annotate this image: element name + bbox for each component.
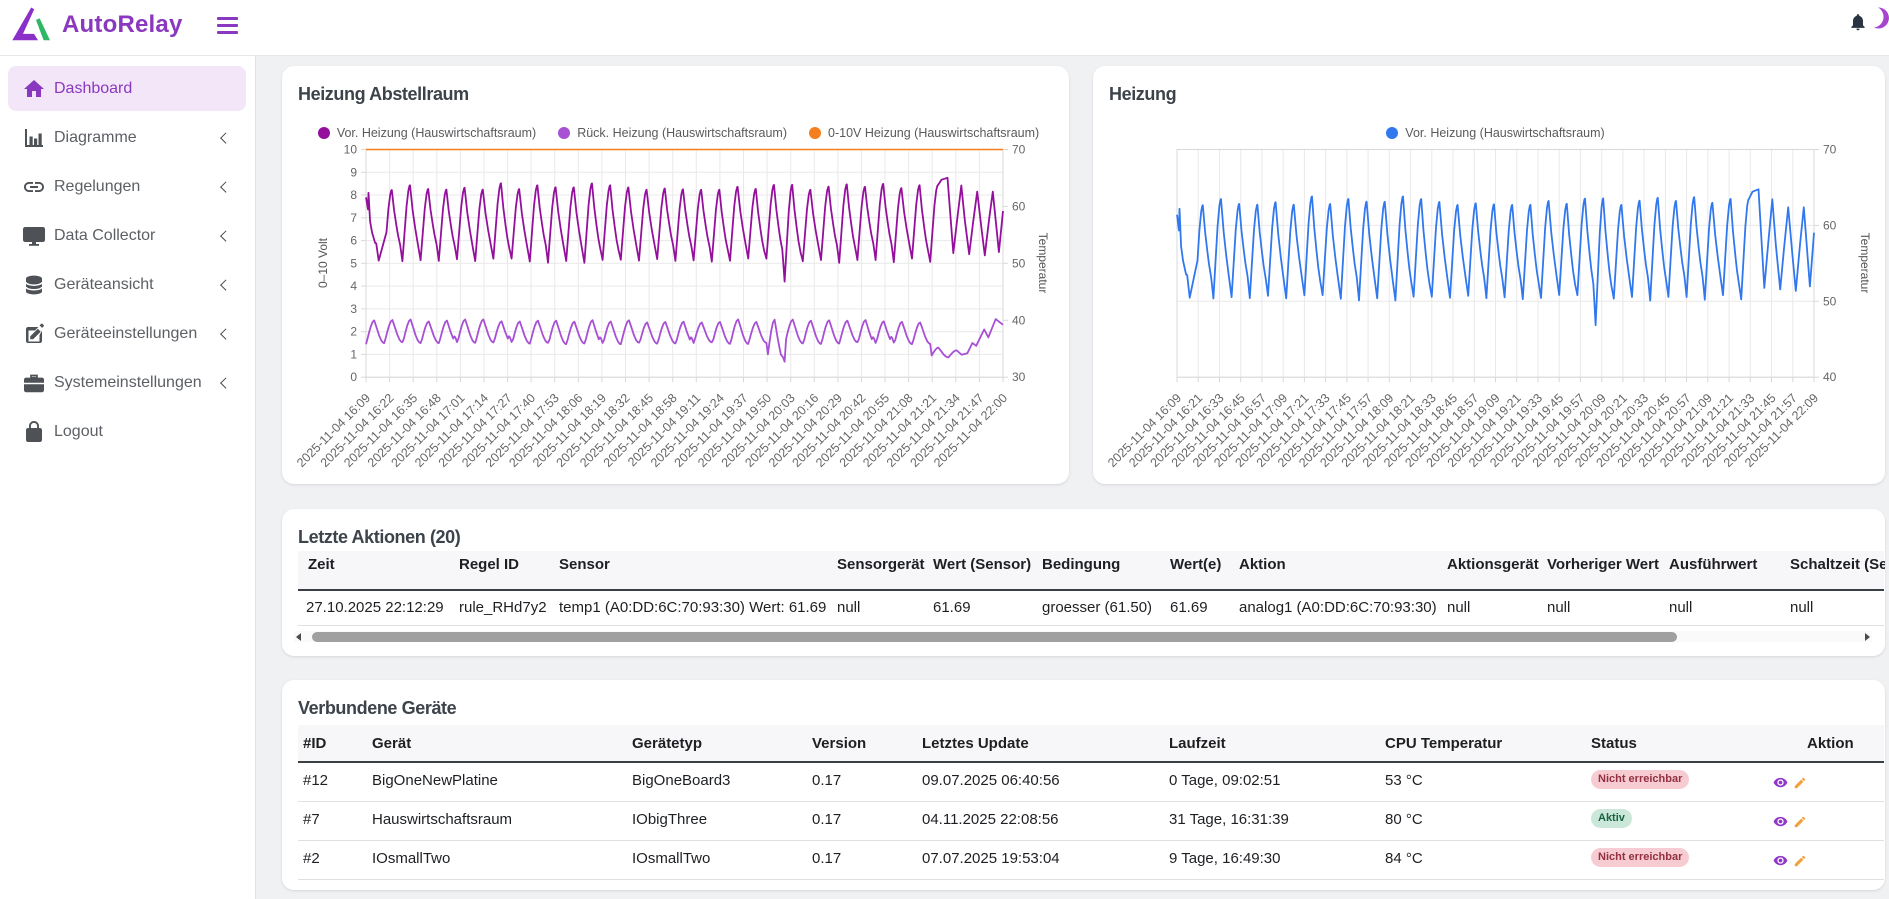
- svg-text:1: 1: [350, 347, 357, 361]
- svg-text:60: 60: [1012, 199, 1026, 213]
- svg-text:7: 7: [350, 211, 357, 225]
- svg-text:2: 2: [350, 325, 357, 339]
- svg-text:0: 0: [350, 370, 357, 384]
- svg-text:40: 40: [1012, 313, 1026, 327]
- svg-text:6: 6: [350, 234, 357, 248]
- svg-text:70: 70: [1823, 143, 1837, 157]
- svg-text:0–10 Volt: 0–10 Volt: [316, 237, 330, 288]
- svg-text:50: 50: [1012, 256, 1026, 270]
- svg-text:3: 3: [350, 302, 357, 316]
- svg-text:50: 50: [1823, 294, 1837, 308]
- svg-text:5: 5: [350, 256, 357, 270]
- svg-text:70: 70: [1012, 143, 1026, 157]
- svg-text:8: 8: [350, 188, 357, 202]
- svg-text:60: 60: [1823, 218, 1837, 232]
- svg-text:30: 30: [1012, 370, 1026, 384]
- svg-text:Temperatur: Temperatur: [1858, 233, 1872, 294]
- svg-text:10: 10: [344, 143, 358, 157]
- svg-text:Temperatur: Temperatur: [1036, 233, 1050, 294]
- svg-text:9: 9: [350, 165, 357, 179]
- svg-text:40: 40: [1823, 370, 1837, 384]
- svg-text:4: 4: [350, 279, 357, 293]
